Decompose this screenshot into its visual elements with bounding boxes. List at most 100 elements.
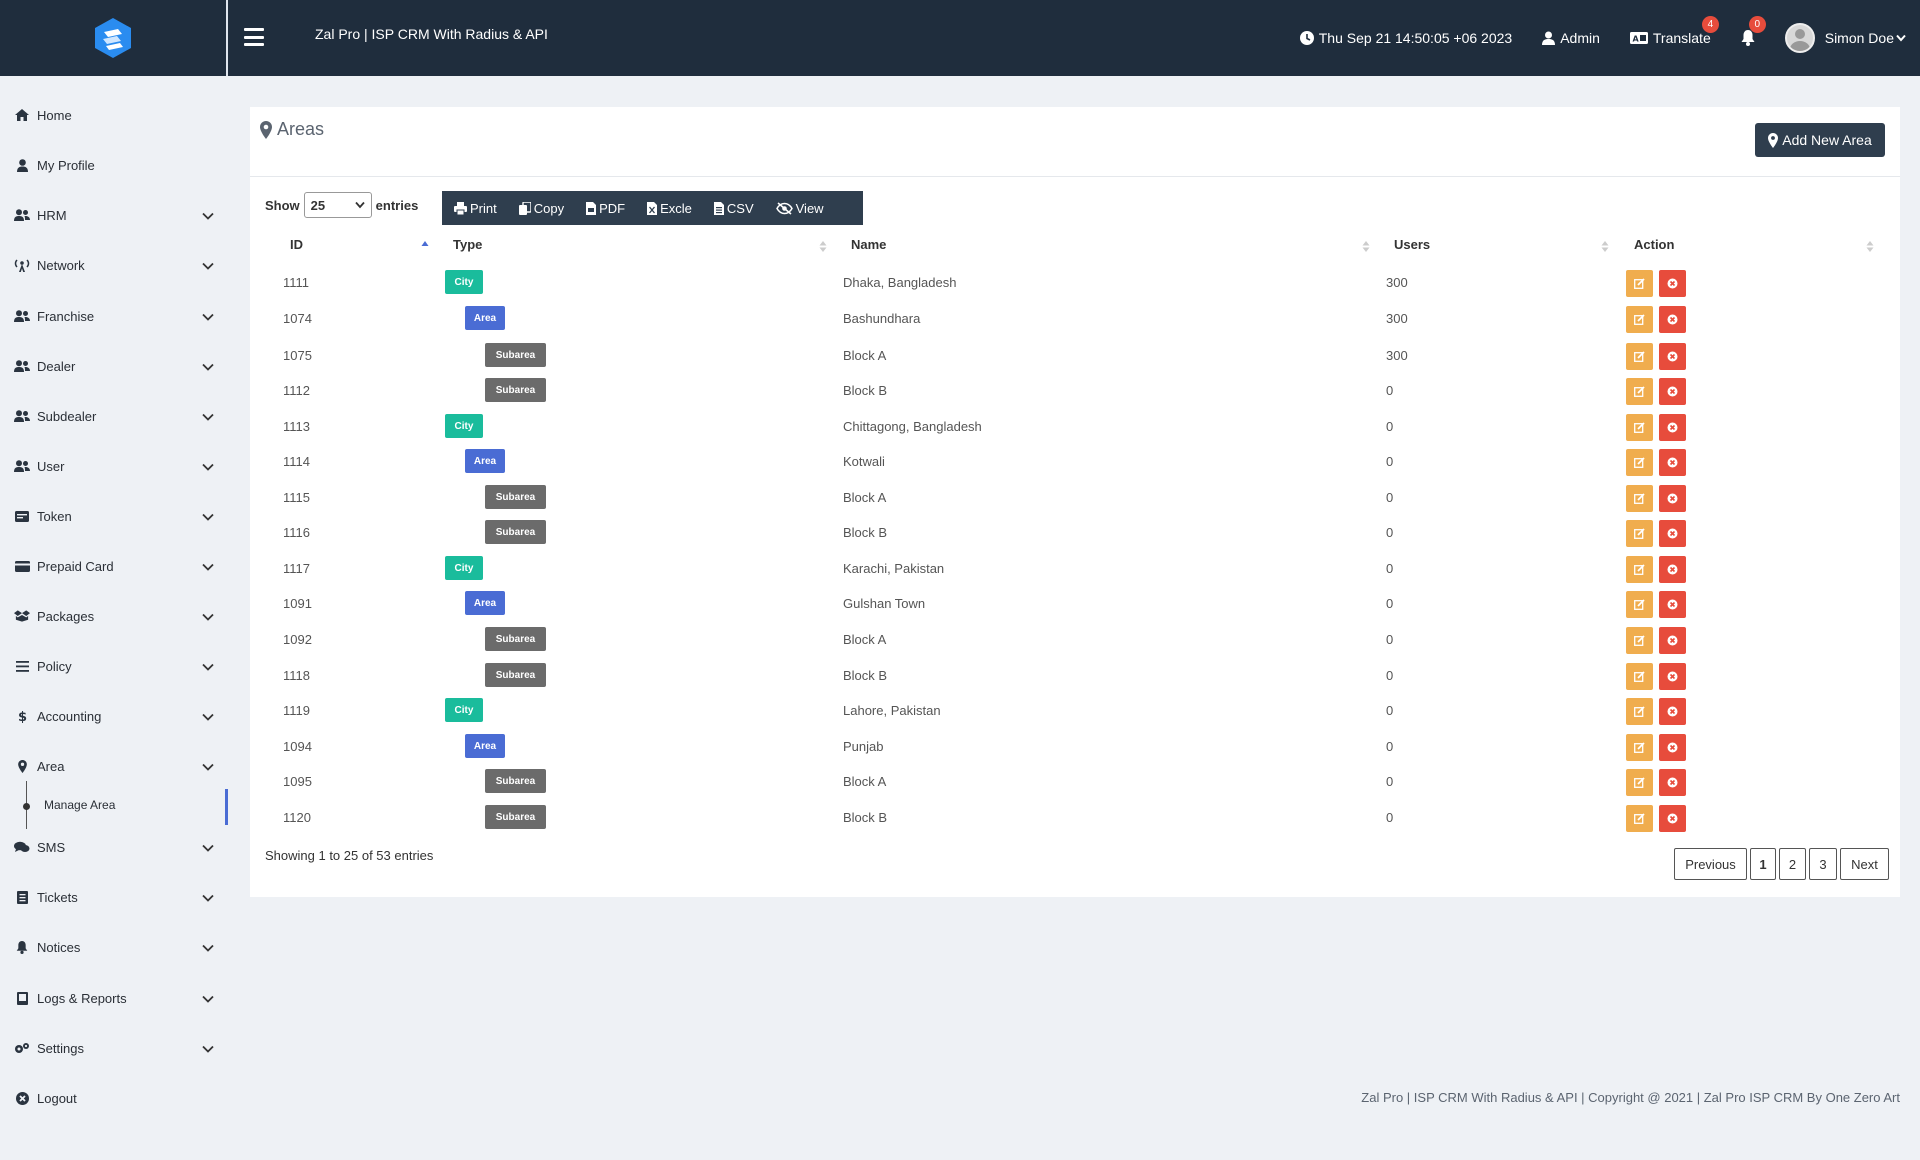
chevron-down-icon[interactable] [202,991,214,1003]
edit-button[interactable] [1626,805,1653,832]
sort-icon[interactable] [1362,240,1370,253]
sort-asc-icon[interactable] [421,240,429,253]
delete-button[interactable] [1659,734,1686,761]
chevron-down-icon[interactable] [202,659,214,671]
sidebar-item-prepaid-card[interactable]: Prepaid Card [0,551,228,581]
sidebar-item-logs-reports[interactable]: Logs & Reports [0,983,228,1013]
admin-link[interactable]: Admin [1542,30,1600,46]
delete-button[interactable] [1659,306,1686,333]
edit-button[interactable] [1626,414,1653,441]
excel-button[interactable]: Excle [647,201,692,216]
pagination-page-1[interactable]: 1 [1750,848,1776,880]
edit-button[interactable] [1626,343,1653,370]
delete-button[interactable] [1659,343,1686,370]
chevron-down-icon[interactable] [202,609,214,621]
delete-button[interactable] [1659,449,1686,476]
edit-button[interactable] [1626,485,1653,512]
chevron-down-icon[interactable] [202,559,214,571]
edit-button[interactable] [1626,556,1653,583]
sidebar-item-logout[interactable]: Logout [0,1083,228,1113]
chevron-down-icon[interactable] [202,359,214,371]
sort-icon[interactable] [1866,240,1874,253]
sidebar-item-label: My Profile [37,157,95,173]
logo[interactable] [0,0,228,76]
chevron-down-icon[interactable] [202,759,214,771]
notifications-button[interactable]: 0 [1741,16,1766,46]
add-new-area-button[interactable]: Add New Area [1755,123,1885,157]
pagination-previous[interactable]: Previous [1674,848,1747,880]
print-button[interactable]: Print [454,201,497,216]
edit-button[interactable] [1626,306,1653,333]
page-length-select[interactable]: 25 [303,192,372,218]
delete-button[interactable] [1659,627,1686,654]
column-header-action[interactable]: Action [1634,237,1674,252]
edit-button[interactable] [1626,627,1653,654]
sidebar-item-manage-area[interactable]: Manage Area [0,790,228,820]
sidebar-item-franchise[interactable]: Franchise [0,301,228,331]
delete-button[interactable] [1659,378,1686,405]
edit-button[interactable] [1626,520,1653,547]
sidebar-item-dealer[interactable]: Dealer [0,351,228,381]
chevron-down-icon[interactable] [202,409,214,421]
delete-button[interactable] [1659,556,1686,583]
edit-button[interactable] [1626,591,1653,618]
delete-button[interactable] [1659,520,1686,547]
pagination-page-2[interactable]: 2 [1779,848,1806,880]
edit-button[interactable] [1626,378,1653,405]
edit-button[interactable] [1626,449,1653,476]
csv-button[interactable]: CSV [713,201,754,216]
sidebar-item-notices[interactable]: Notices [0,932,228,962]
sort-icon[interactable] [819,240,827,253]
delete-button[interactable] [1659,591,1686,618]
copy-button[interactable]: Copy [518,201,564,216]
sidebar-item-settings[interactable]: Settings [0,1033,228,1063]
sidebar-item-hrm[interactable]: HRM [0,200,228,230]
translate-link[interactable]: A Translate 4 [1629,16,1719,46]
delete-button[interactable] [1659,414,1686,441]
chevron-down-icon[interactable] [202,840,214,852]
edit-button[interactable] [1626,734,1653,761]
sidebar-item-accounting[interactable]: $ Accounting [0,701,228,731]
sidebar-item-home[interactable]: Home [0,100,228,130]
sidebar-item-sms[interactable]: SMS [0,832,228,862]
chevron-down-icon[interactable] [202,709,214,721]
edit-button[interactable] [1626,698,1653,725]
column-header-users[interactable]: Users [1394,237,1430,252]
chevron-down-icon[interactable] [202,309,214,321]
sidebar-item-tickets[interactable]: Tickets [0,882,228,912]
chevron-down-icon[interactable] [202,509,214,521]
column-header-type[interactable]: Type [453,237,482,252]
sidebar-item-network[interactable]: Network [0,250,228,280]
edit-button[interactable] [1626,769,1653,796]
sidebar-item-my-profile[interactable]: My Profile [0,150,228,180]
sidebar-item-area[interactable]: Area [0,751,228,781]
sidebar-item-token[interactable]: Token [0,501,228,531]
chevron-down-icon[interactable] [202,208,214,220]
delete-button[interactable] [1659,769,1686,796]
view-button[interactable]: View [775,201,824,216]
sort-icon[interactable] [1601,240,1609,253]
delete-button[interactable] [1659,663,1686,690]
pdf-button[interactable]: PDF [586,201,625,216]
column-header-id[interactable]: ID [290,237,303,252]
user-menu[interactable]: Simon Doe [1784,23,1906,53]
sidebar-item-user[interactable]: User [0,451,228,481]
pagination-next[interactable]: Next [1840,848,1889,880]
sidebar-item-packages[interactable]: Packages [0,601,228,631]
menu-toggle-button[interactable] [244,28,264,46]
sidebar-item-policy[interactable]: Policy [0,651,228,681]
column-header-name[interactable]: Name [851,237,886,252]
chevron-down-icon[interactable] [202,258,214,270]
chevron-down-icon[interactable] [202,459,214,471]
pagination-page-3[interactable]: 3 [1809,848,1837,880]
delete-button[interactable] [1659,270,1686,297]
delete-button[interactable] [1659,698,1686,725]
delete-button[interactable] [1659,805,1686,832]
chevron-down-icon[interactable] [202,1041,214,1053]
sidebar-item-subdealer[interactable]: Subdealer [0,401,228,431]
delete-button[interactable] [1659,485,1686,512]
edit-button[interactable] [1626,663,1653,690]
chevron-down-icon[interactable] [202,890,214,902]
edit-button[interactable] [1626,270,1653,297]
chevron-down-icon[interactable] [202,940,214,952]
